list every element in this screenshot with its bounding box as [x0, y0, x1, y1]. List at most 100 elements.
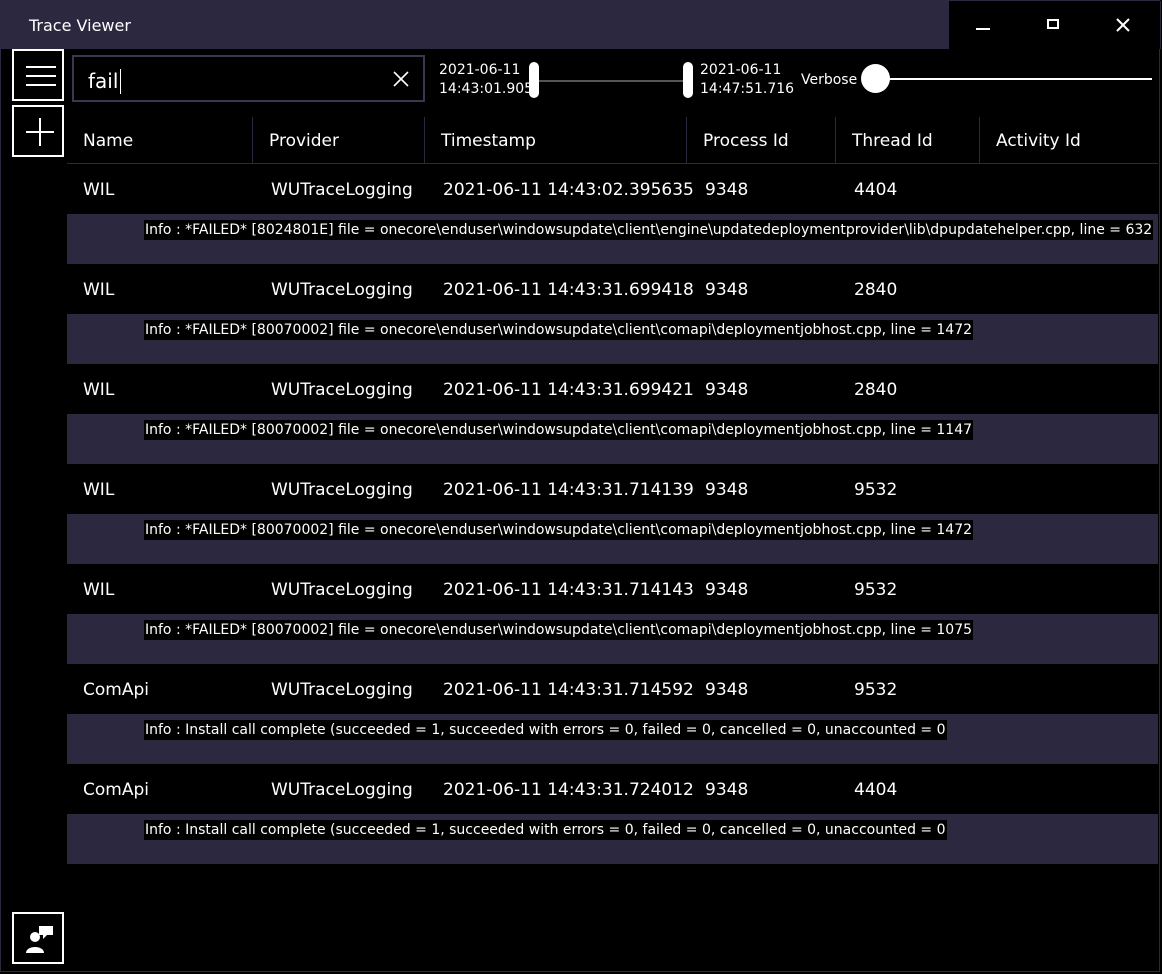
row-main[interactable]: WIL WUTraceLogging 2021-06-11 14:43:31.699… — [67, 264, 1158, 314]
table-body: WIL WUTraceLogging 2021-06-11 14:43:02.395… — [67, 164, 1158, 864]
range-end-time: 14:47:51.716 — [700, 81, 795, 97]
row-message: Info : *FAILED* [80070002] file = onecor… — [144, 420, 974, 440]
close-icon — [1116, 18, 1130, 32]
table-row[interactable]: ComApi WUTraceLogging 2021-06-11 14:43:31.… — [67, 764, 1158, 864]
cell-timestamp: 2021-06-11 14:43:31.699421 — [443, 380, 694, 400]
close-icon — [393, 71, 409, 87]
menu-button[interactable] — [12, 49, 64, 101]
row-message: Info : Install call complete (succeeded … — [144, 820, 947, 840]
cell-process-id: 9348 — [705, 580, 749, 600]
cell-provider: WUTraceLogging — [271, 580, 413, 600]
row-main[interactable]: WIL WUTraceLogging 2021-06-11 14:43:31.714… — [67, 564, 1158, 614]
left-rail — [1, 49, 66, 971]
cell-provider: WUTraceLogging — [271, 380, 413, 400]
table-row[interactable]: WIL WUTraceLogging 2021-06-11 14:43:31.699… — [67, 364, 1158, 464]
feedback-button[interactable] — [12, 912, 64, 964]
row-message: Info : *FAILED* [8024801E] file = onecor… — [144, 220, 1154, 240]
plus-icon — [26, 118, 54, 146]
row-detail: Info : *FAILED* [80070002] file = onecor… — [67, 514, 1158, 564]
verbosity-slider-track[interactable] — [876, 78, 1152, 80]
add-button[interactable] — [12, 105, 64, 157]
row-main[interactable]: ComApi WUTraceLogging 2021-06-11 14:43:31.… — [67, 764, 1158, 814]
text-caret — [120, 69, 121, 94]
row-detail: Info : *FAILED* [8024801E] file = onecor… — [67, 214, 1158, 264]
trace-table: Name Provider Timestamp Process Id Threa… — [67, 117, 1158, 864]
cell-process-id: 9348 — [705, 180, 749, 200]
cell-thread-id: 9532 — [854, 480, 898, 500]
row-detail: Info : *FAILED* [80070002] file = onecor… — [67, 314, 1158, 364]
cell-name: WIL — [83, 180, 115, 200]
row-detail: Info : *FAILED* [80070002] file = onecor… — [67, 614, 1158, 664]
hamburger-menu-icon — [26, 66, 56, 86]
column-header-name[interactable]: Name — [67, 117, 252, 163]
range-start-date: 2021-06-11 — [439, 62, 521, 78]
cell-provider: WUTraceLogging — [271, 780, 413, 800]
range-end-label: 2021-06-11 14:47:51.716 — [700, 61, 794, 99]
row-main[interactable]: WIL WUTraceLogging 2021-06-11 14:43:02.395… — [67, 164, 1158, 214]
table-header: Name Provider Timestamp Process Id Threa… — [67, 117, 1158, 164]
row-main[interactable]: WIL WUTraceLogging 2021-06-11 14:43:31.714… — [67, 464, 1158, 514]
maximize-button[interactable] — [1019, 1, 1089, 49]
column-header-thread-id[interactable]: Thread Id — [835, 117, 979, 163]
feedback-icon — [26, 926, 53, 953]
cell-thread-id: 4404 — [854, 180, 898, 200]
cell-process-id: 9348 — [705, 780, 749, 800]
row-message: Info : Install call complete (succeeded … — [144, 720, 947, 740]
cell-process-id: 9348 — [705, 680, 749, 700]
row-message: Info : *FAILED* [80070002] file = onecor… — [144, 520, 974, 540]
cell-name: WIL — [83, 280, 115, 300]
table-row[interactable]: ComApi WUTraceLogging 2021-06-11 14:43:31.… — [67, 664, 1158, 764]
verbosity-slider-thumb[interactable] — [861, 64, 890, 93]
column-header-process-id[interactable]: Process Id — [686, 117, 835, 163]
cell-thread-id: 9532 — [854, 680, 898, 700]
cell-thread-id: 9532 — [854, 580, 898, 600]
cell-process-id: 9348 — [705, 480, 749, 500]
verbosity-label: Verbose — [801, 72, 858, 88]
search-input[interactable]: fail — [88, 69, 118, 93]
range-end-thumb[interactable] — [683, 62, 693, 98]
table-row[interactable]: WIL WUTraceLogging 2021-06-11 14:43:31.714… — [67, 564, 1158, 664]
row-detail: Info : *FAILED* [80070002] file = onecor… — [67, 414, 1158, 464]
cell-timestamp: 2021-06-11 14:43:31.724012 — [443, 780, 694, 800]
close-button[interactable] — [1089, 1, 1159, 49]
cell-provider: WUTraceLogging — [271, 180, 413, 200]
cell-timestamp: 2021-06-11 14:43:31.699418 — [443, 280, 694, 300]
range-start-thumb[interactable] — [529, 62, 539, 98]
cell-name: WIL — [83, 480, 115, 500]
range-start-label: 2021-06-11 14:43:01.905 — [439, 61, 533, 99]
cell-timestamp: 2021-06-11 14:43:31.714139 — [443, 480, 694, 500]
time-range-track[interactable] — [534, 80, 688, 82]
row-main[interactable]: WIL WUTraceLogging 2021-06-11 14:43:31.699… — [67, 364, 1158, 414]
cell-timestamp: 2021-06-11 14:43:02.395635 — [443, 180, 694, 200]
window-title: Trace Viewer — [29, 16, 131, 35]
column-header-activity-id[interactable]: Activity Id — [979, 117, 1158, 163]
cell-name: WIL — [83, 380, 115, 400]
table-row[interactable]: WIL WUTraceLogging 2021-06-11 14:43:31.699… — [67, 264, 1158, 364]
row-message: Info : *FAILED* [80070002] file = onecor… — [144, 320, 974, 340]
cell-process-id: 9348 — [705, 280, 749, 300]
cell-name: ComApi — [83, 780, 149, 800]
search-box[interactable]: fail — [72, 55, 425, 102]
range-end-date: 2021-06-11 — [700, 62, 782, 78]
cell-provider: WUTraceLogging — [271, 280, 413, 300]
cell-provider: WUTraceLogging — [271, 680, 413, 700]
column-header-provider[interactable]: Provider — [252, 117, 424, 163]
cell-timestamp: 2021-06-11 14:43:31.714592 — [443, 680, 694, 700]
cell-name: WIL — [83, 580, 115, 600]
table-row[interactable]: WIL WUTraceLogging 2021-06-11 14:43:02.395… — [67, 164, 1158, 264]
cell-process-id: 9348 — [705, 380, 749, 400]
row-detail: Info : Install call complete (succeeded … — [67, 814, 1158, 864]
row-message: Info : *FAILED* [80070002] file = onecor… — [144, 620, 974, 640]
cell-provider: WUTraceLogging — [271, 480, 413, 500]
cell-timestamp: 2021-06-11 14:43:31.714143 — [443, 580, 694, 600]
column-header-timestamp[interactable]: Timestamp — [424, 117, 686, 163]
cell-thread-id: 2840 — [854, 380, 898, 400]
range-start-time: 14:43:01.905 — [439, 81, 534, 97]
minimize-button[interactable] — [949, 1, 1019, 49]
clear-search-button[interactable] — [392, 70, 410, 92]
cell-thread-id: 2840 — [854, 280, 898, 300]
cell-name: ComApi — [83, 680, 149, 700]
table-row[interactable]: WIL WUTraceLogging 2021-06-11 14:43:31.714… — [67, 464, 1158, 564]
caption-buttons — [949, 1, 1160, 49]
row-main[interactable]: ComApi WUTraceLogging 2021-06-11 14:43:31.… — [67, 664, 1158, 714]
